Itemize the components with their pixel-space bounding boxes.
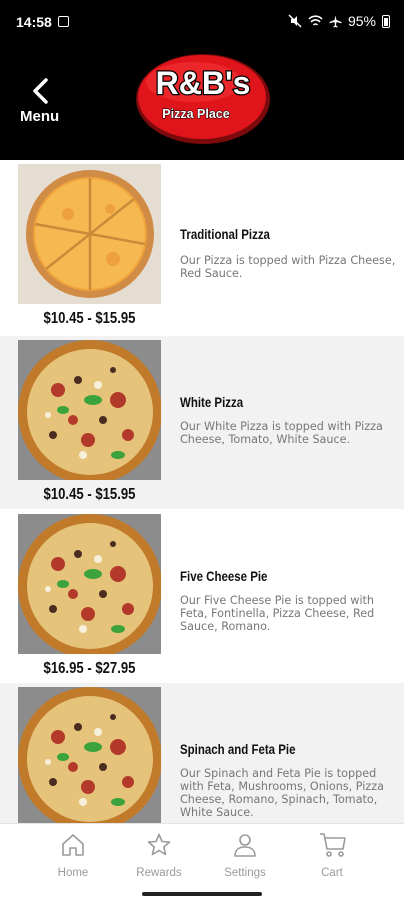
nav-settings-label: Settings [224, 867, 266, 879]
item-title: Traditional Pizza [180, 226, 270, 242]
item-description: Our White Pizza is topped with Pizza Che… [180, 420, 383, 446]
menu-item-spinach-feta-pie[interactable]: Spinach and Feta Pie Our Spinach and Fet… [0, 683, 404, 823]
status-icons: 95% [288, 13, 390, 29]
logo-subtitle: Pizza Place [162, 107, 229, 121]
battery-icon [382, 14, 390, 28]
item-description: Our Pizza is topped with Pizza Cheese, R… [180, 254, 396, 280]
bottom-nav: Home Rewards Settings Cart [0, 823, 404, 900]
nav-settings[interactable]: Settings [200, 824, 290, 886]
person-icon [234, 834, 256, 857]
airplane-icon [329, 15, 342, 27]
nav-cart[interactable]: Cart [287, 824, 377, 886]
item-title: White Pizza [180, 394, 244, 410]
item-title: Spinach and Feta Pie [180, 741, 296, 757]
back-button[interactable]: Menu [14, 74, 70, 130]
home-icon [62, 834, 84, 856]
brand-logo: R&B's Pizza Place [136, 54, 270, 144]
nav-cart-label: Cart [321, 867, 343, 879]
chevron-left-icon [33, 78, 48, 104]
item-price: $10.45 - $15.95 [43, 310, 136, 327]
item-image [18, 164, 161, 304]
menu-item-five-cheese-pie[interactable]: $16.95 - $27.95 Five Cheese Pie Our Five… [0, 510, 404, 683]
status-time: 14:58 [16, 14, 52, 30]
item-description: Our Spinach and Feta Pie is topped with … [180, 767, 384, 819]
nav-home[interactable]: Home [28, 824, 118, 886]
item-image [18, 340, 161, 480]
battery-percent: 95% [347, 13, 376, 29]
gesture-bar[interactable] [142, 892, 262, 896]
item-description: Our Five Cheese Pie is topped with Feta,… [180, 594, 375, 633]
menu-item-white-pizza[interactable]: $10.45 - $15.95 White Pizza Our White Pi… [0, 336, 404, 509]
status-bar: 14:58 95% [0, 0, 404, 46]
item-price: $16.95 - $27.95 [43, 660, 136, 677]
nav-rewards-label: Rewards [136, 867, 182, 879]
item-price: $10.45 - $15.95 [43, 486, 136, 503]
nav-home-label: Home [57, 867, 89, 879]
cart-icon [320, 833, 346, 857]
item-title: Five Cheese Pie [180, 568, 268, 584]
menu-item-traditional-pizza[interactable]: $10.45 - $15.95 Traditional Pizza Our Pi… [0, 160, 404, 333]
menu-list[interactable]: $10.45 - $15.95 Traditional Pizza Our Pi… [0, 160, 404, 823]
mute-icon [288, 14, 302, 28]
star-icon [147, 833, 171, 856]
logo-title: R&B's [156, 65, 251, 101]
wifi-icon [308, 14, 323, 26]
item-image [18, 687, 161, 823]
notification-icon [58, 16, 69, 27]
nav-rewards[interactable]: Rewards [114, 824, 204, 886]
back-label: Menu [20, 108, 60, 125]
app-header: Menu R&B's Pizza Place [0, 46, 404, 160]
item-image [18, 514, 161, 654]
